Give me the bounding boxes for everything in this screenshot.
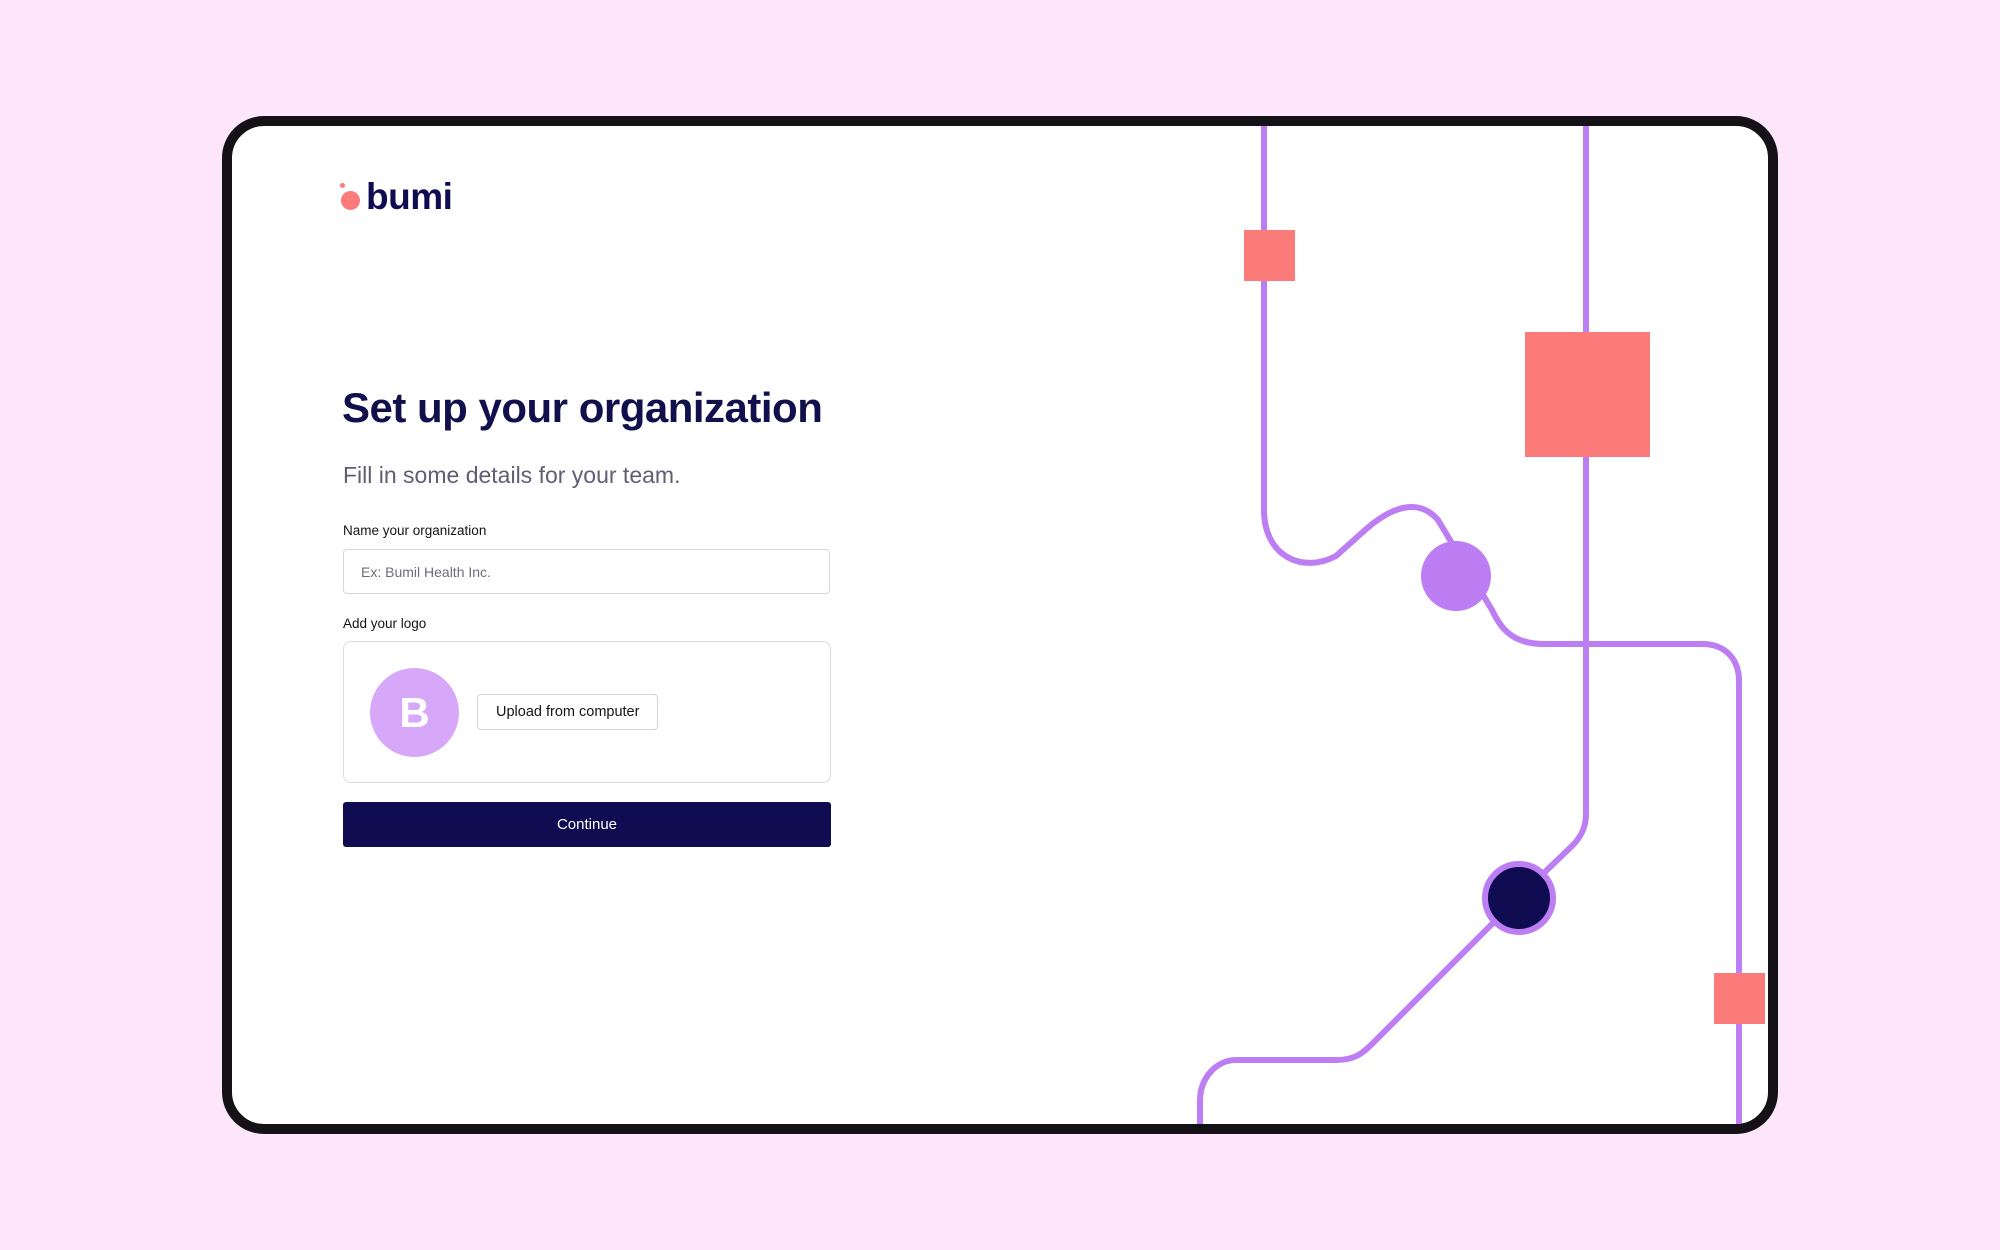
decorative-line — [1261, 126, 1495, 613]
decorative-line — [1519, 126, 1589, 897]
decorative-line — [1197, 913, 1503, 1124]
coral-square-right — [1714, 973, 1765, 1024]
coral-square-large — [1525, 332, 1650, 457]
coral-square-small — [1244, 230, 1295, 281]
purple-circle — [1421, 541, 1491, 611]
navy-circle — [1482, 861, 1556, 935]
app-window: bumi Set up your organization Fill in so… — [222, 116, 1778, 1134]
decorative-illustration — [1197, 126, 1765, 1124]
